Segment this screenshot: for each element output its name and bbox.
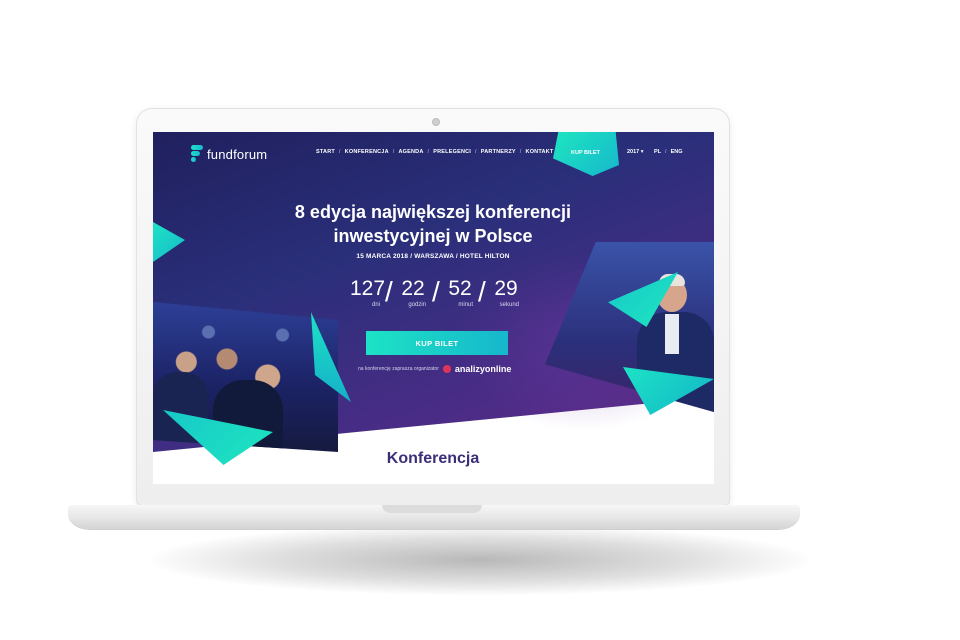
nav-separator: / (338, 149, 341, 155)
countdown-label: sekund (499, 302, 519, 308)
countdown-separator: / (432, 276, 440, 307)
webcam-icon (432, 118, 440, 126)
organizer-line: na konferencję zaprasza organizator anal… (358, 364, 511, 374)
nav-item-kontakt[interactable]: KONTAKT (526, 149, 554, 155)
laptop-shadow (150, 525, 810, 595)
countdown-timer: 127 dni / 22 godzin / 52 minut / 29 seku… (350, 278, 520, 316)
nav-item-start[interactable]: START (316, 149, 335, 155)
countdown-days: 127 dni (350, 277, 386, 309)
countdown-minutes: 52 minut (447, 277, 473, 309)
nav-separator: / (475, 149, 477, 155)
nav-item-partnerzy[interactable]: PARTNERZY (481, 149, 516, 155)
countdown-value: 52 (448, 277, 472, 300)
hero-event-details: 15 MARCA 2018 / WARSZAWA / HOTEL HILTON (356, 253, 510, 260)
countdown-hours: 22 godzin (400, 277, 426, 309)
nav-separator: / (392, 149, 395, 155)
logo-text: fundforum (207, 146, 268, 162)
countdown-value: 127 (350, 277, 386, 300)
lang-separator: / (665, 149, 667, 155)
nav-ticket-button[interactable]: KUP BILET (571, 150, 600, 156)
section-title: Konferencja (386, 450, 480, 467)
speaker-shirt (665, 314, 679, 354)
countdown-label: minut (458, 302, 473, 308)
countdown-seconds: 29 sekund (493, 277, 519, 309)
site-header: fundforum START / KONFERENCJA / AGENDA /… (153, 132, 714, 176)
organizer-logo-link[interactable]: analizyonline (455, 364, 512, 374)
browser-screen: fundforum START / KONFERENCJA / AGENDA /… (153, 132, 714, 484)
analizyonline-logo-icon (442, 365, 451, 373)
countdown-label: dni (371, 302, 380, 308)
hero-headline: 8 edycja największej konferencji inwesty… (294, 202, 572, 246)
organizer-text: na konferencję zaprasza organizator (358, 366, 439, 372)
nav-item-konferencja[interactable]: KONFERENCJA (345, 149, 389, 155)
buy-ticket-button[interactable]: KUP BILET (366, 331, 508, 355)
main-nav: START / KONFERENCJA / AGENDA / PRELEGENC… (316, 149, 553, 155)
countdown-separator: / (385, 276, 393, 307)
fundforum-logo-icon (191, 145, 203, 163)
countdown-value: 22 (401, 277, 425, 300)
countdown-value: 29 (494, 277, 518, 300)
nav-separator: / (519, 149, 522, 155)
countdown-label: godzin (408, 302, 426, 308)
lang-eng[interactable]: ENG (671, 149, 683, 155)
countdown-separator: / (478, 276, 486, 307)
nav-separator: / (427, 149, 430, 155)
language-switcher: PL / ENG (654, 149, 682, 155)
nav-item-agenda[interactable]: AGENDA (398, 149, 423, 155)
year-dropdown[interactable]: 2017 ▾ (627, 149, 644, 155)
lang-pl[interactable]: PL (654, 149, 661, 155)
nav-item-prelegenci[interactable]: PRELEGENCI (433, 149, 471, 155)
laptop-notch (382, 505, 482, 513)
site-logo[interactable]: fundforum (191, 144, 267, 164)
